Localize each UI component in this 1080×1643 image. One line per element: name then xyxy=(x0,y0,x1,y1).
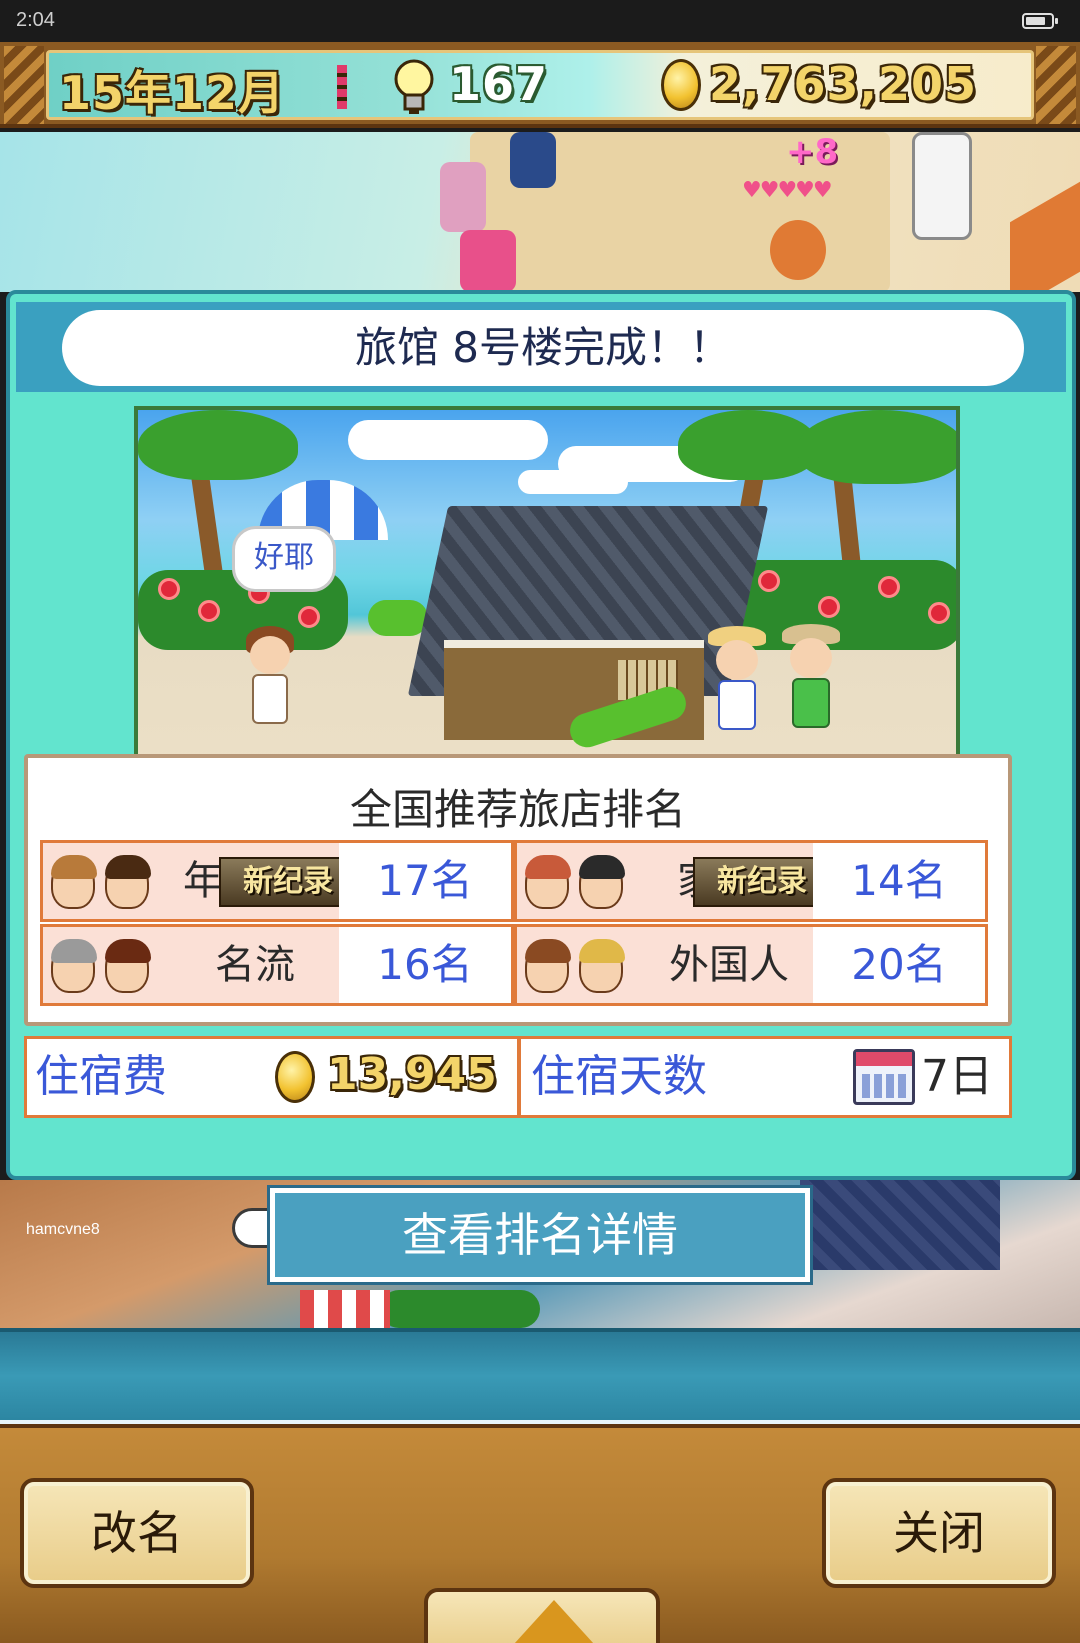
close-button[interactable]: 关闭 xyxy=(822,1478,1056,1588)
battery-icon xyxy=(1022,13,1058,29)
shower-post xyxy=(912,132,972,240)
rank-value: 20名 xyxy=(813,927,985,1003)
hearts-icon: ♥♥♥♥♥ xyxy=(742,178,833,203)
status-bar: 2:04 xyxy=(0,0,1080,42)
month-progress-marker xyxy=(337,65,347,109)
coin-icon xyxy=(661,59,701,111)
new-record-badge: 新纪录 xyxy=(693,857,831,907)
money-amount: 2,763,205 xyxy=(709,57,977,111)
rank-value: 16名 xyxy=(339,927,511,1003)
rank-value: 14名 xyxy=(813,843,985,919)
dialog-title: 旅馆 8号楼完成！！ xyxy=(62,310,1024,386)
building-illustration: 好耶 xyxy=(134,406,960,780)
guest-face-icon xyxy=(579,855,625,909)
guest-face-icon xyxy=(51,855,97,909)
hud-date: 15年12月 xyxy=(59,66,286,120)
guest-face-icon xyxy=(105,939,151,993)
guest-face-icon xyxy=(105,855,151,909)
town-scene-top: ♥♥♥♥♥ +8 xyxy=(0,132,1080,292)
building-roof xyxy=(1010,181,1080,292)
guest-face-icon xyxy=(579,939,625,993)
hud-border-decoration xyxy=(4,46,44,124)
days-value: 7日 xyxy=(921,1051,993,1102)
guest-face-icon xyxy=(51,939,97,993)
ranking-title: 全国推荐旅店排名 xyxy=(349,785,686,834)
hud-border-decoration xyxy=(1036,46,1076,124)
new-record-badge: 新纪录 xyxy=(219,857,357,907)
days-label: 住宿天数 xyxy=(531,1051,707,1102)
completion-dialog: 旅馆 8号楼完成！！ 好耶 全国推荐旅店排名 年 新纪录 17名 新纪录 14名… xyxy=(6,290,1076,1180)
rank-label: 名流 xyxy=(215,942,295,988)
guest-face-icon xyxy=(525,939,571,993)
rank-cell-year: 年 新纪录 17名 xyxy=(40,840,514,922)
view-ranking-details-button[interactable]: 查看排名详情 xyxy=(267,1185,813,1285)
divider xyxy=(517,1039,521,1115)
fee-value: 13,945 xyxy=(327,1049,497,1100)
calendar-icon xyxy=(853,1049,915,1105)
up-arrow-icon xyxy=(514,1600,594,1643)
guest-character xyxy=(770,220,826,280)
idea-points: 167 xyxy=(449,57,549,111)
coin-icon xyxy=(275,1051,315,1103)
rename-button[interactable]: 改名 xyxy=(20,1478,254,1588)
rank-cell-celebrity: 名流 16名 xyxy=(40,924,514,1006)
bottom-toolbar: 改名 关闭 xyxy=(0,1424,1080,1643)
suitcase xyxy=(460,230,516,292)
guest-character xyxy=(440,162,486,232)
lightbulb-icon xyxy=(394,59,434,114)
guest-face-icon xyxy=(525,855,571,909)
status-time: 2:04 xyxy=(16,9,55,31)
fee-label: 住宿费 xyxy=(35,1051,167,1102)
ranking-panel: 全国推荐旅店排名 年 新纪录 17名 家 新纪录 14名 名流 16名 外国人 … xyxy=(24,754,1012,1026)
watermark: hamcvne8 xyxy=(26,1221,100,1238)
guest-character xyxy=(510,132,556,188)
hud-panel: 15年12月 167 2,763,205 xyxy=(46,50,1034,120)
rank-cell-foreigner: 外国人 20名 xyxy=(514,924,988,1006)
speech-bubble: 好耶 xyxy=(232,526,336,592)
message-bar xyxy=(0,1328,1080,1424)
expand-menu-button[interactable] xyxy=(424,1588,660,1643)
plus-points-icon: +8 xyxy=(786,132,839,172)
rank-value: 17名 xyxy=(339,843,511,919)
rank-cell-family: 家 新纪录 14名 xyxy=(514,840,988,922)
stay-info-row: 住宿费 13,945 住宿天数 7日 xyxy=(24,1036,1012,1118)
top-hud: 15年12月 167 2,763,205 xyxy=(0,42,1080,128)
rank-label: 外国人 xyxy=(669,942,789,988)
